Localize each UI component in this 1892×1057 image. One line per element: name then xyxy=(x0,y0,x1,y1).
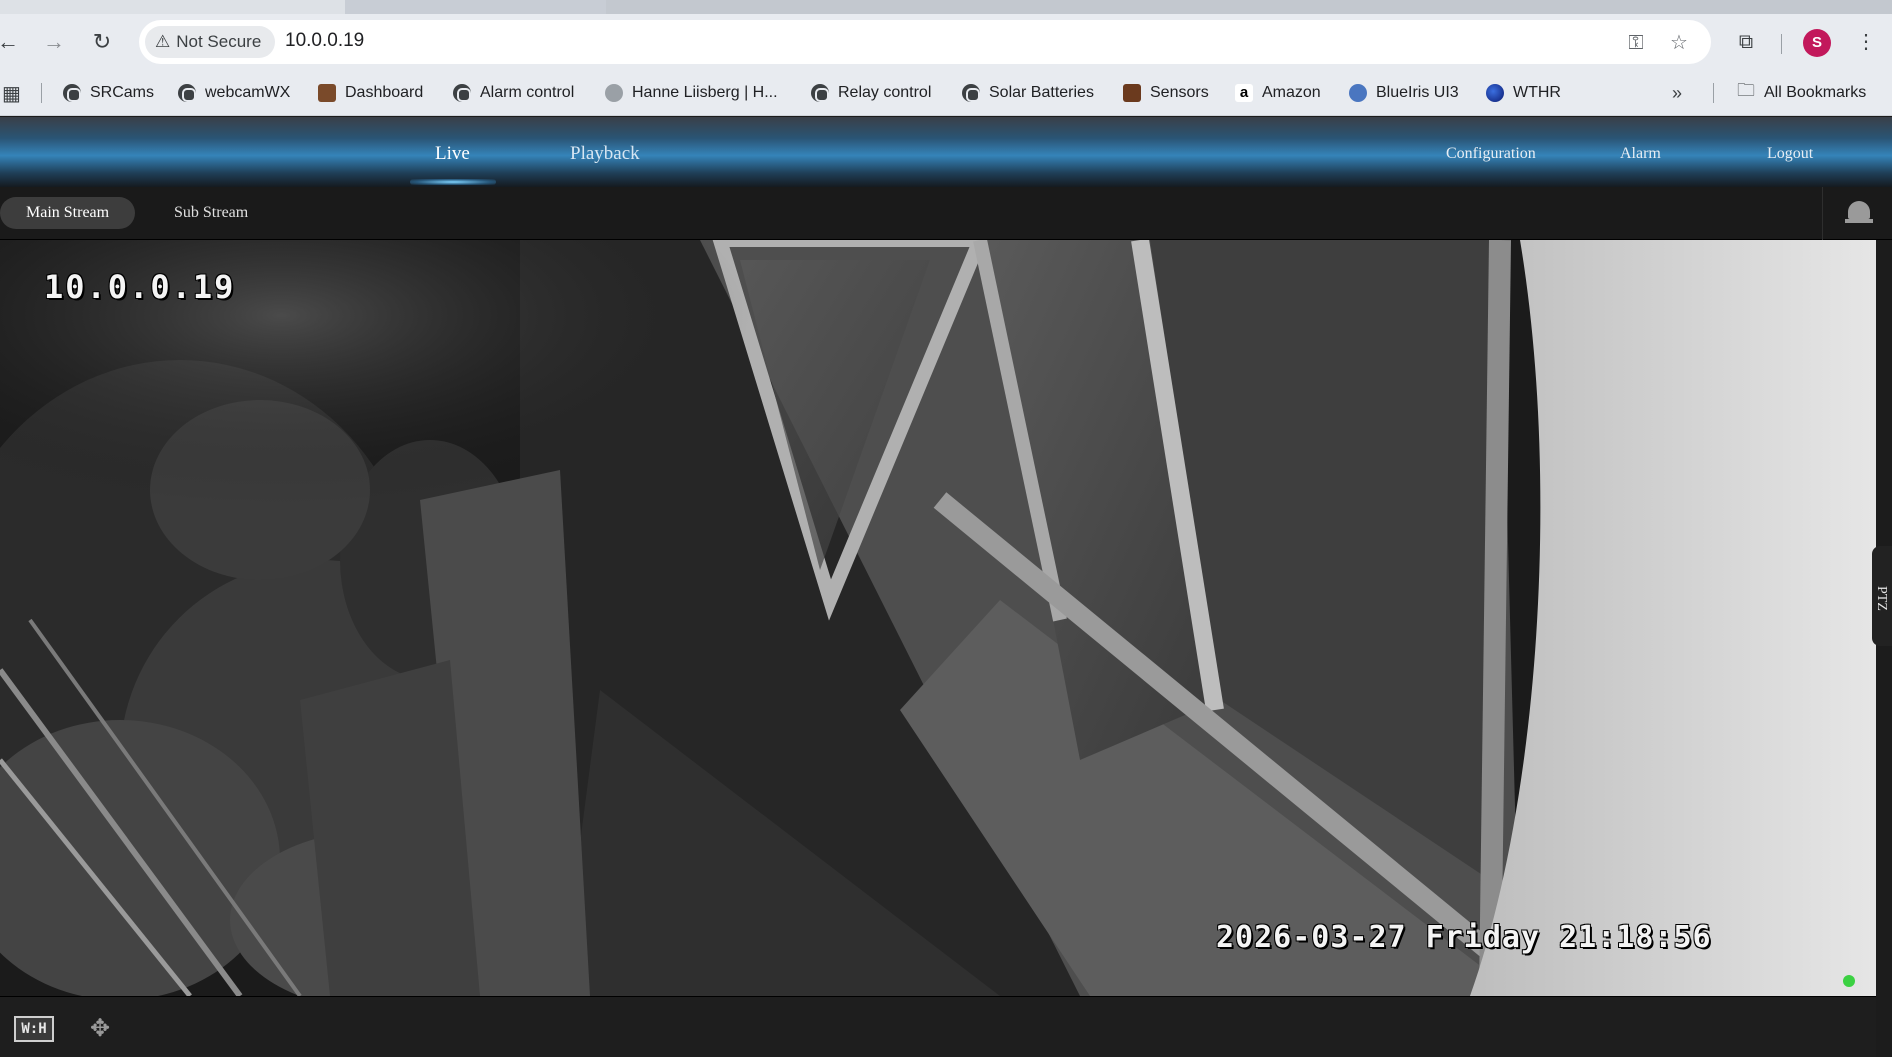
warning-triangle-icon: ⚠ xyxy=(155,32,171,51)
app-header: Live Playback Configuration Alarm Logout xyxy=(0,117,1892,187)
sensors-favicon-icon xyxy=(1123,84,1141,102)
ptz-tab-label: PTZ xyxy=(1874,586,1889,611)
all-bookmarks-label: All Bookmarks xyxy=(1764,84,1867,101)
osd-timestamp: 2026-03-27 Friday 21:18:56 xyxy=(1216,920,1712,955)
bookmarks-divider xyxy=(41,83,42,103)
camera-night-scene xyxy=(0,240,1876,996)
tab-live[interactable]: Live xyxy=(435,143,470,165)
globe-icon xyxy=(453,84,471,102)
live-video-feed[interactable]: 10.0.0.19 2026-03-27 Friday 21:18:56 xyxy=(0,240,1876,996)
bookmarks-divider xyxy=(1713,83,1714,103)
browser-tab[interactable] xyxy=(606,0,1892,14)
alarm-bell-icon[interactable] xyxy=(1822,187,1892,240)
bookmark-label: webcamWX xyxy=(205,84,291,101)
bookmark-label: WTHR xyxy=(1513,84,1561,101)
bookmark-srcams[interactable]: SRCams xyxy=(63,80,154,106)
browser-toolbar: ← → ↻ ⚠ Not Secure 10.0.0.19 ⚿ ☆ ⧉ S ⋮ xyxy=(0,14,1892,70)
configuration-link[interactable]: Configuration xyxy=(1446,145,1536,163)
bookmark-label: Dashboard xyxy=(345,84,424,101)
bookmark-solar-batteries[interactable]: Solar Batteries xyxy=(962,80,1094,106)
stream-selector-bar: Main Stream Sub Stream xyxy=(0,187,1892,240)
bookmark-sensors[interactable]: Sensors xyxy=(1123,80,1209,106)
folder-icon: 🗀 xyxy=(1737,80,1755,100)
bookmark-label: Amazon xyxy=(1262,84,1321,101)
bookmark-label: Hanne Liisberg | H... xyxy=(632,84,778,101)
aspect-ratio-button[interactable]: W:H xyxy=(14,1016,54,1042)
ptz-panel-tab[interactable]: PTZ xyxy=(1872,546,1892,646)
url-text[interactable]: 10.0.0.19 xyxy=(285,30,364,52)
security-label: Not Secure xyxy=(176,32,262,51)
main-stream-button[interactable]: Main Stream xyxy=(0,197,136,229)
toolbar-divider xyxy=(1781,34,1782,54)
key-icon[interactable]: ⚿ xyxy=(1623,30,1649,56)
bookmark-alarm-control[interactable]: Alarm control xyxy=(453,80,574,106)
bookmark-relay-control[interactable]: Relay control xyxy=(811,80,931,106)
bookmark-webcamwx[interactable]: webcamWX xyxy=(178,80,290,106)
kebab-menu-icon[interactable]: ⋮ xyxy=(1852,28,1880,56)
apps-grid-icon[interactable]: ▦ xyxy=(2,80,21,106)
back-arrow-icon[interactable]: ← xyxy=(0,28,22,56)
bookmark-label: Solar Batteries xyxy=(989,84,1094,101)
browser-tab-strip xyxy=(0,0,1892,14)
bookmark-label: BlueIris UI3 xyxy=(1376,84,1459,101)
security-chip[interactable]: ⚠ Not Secure xyxy=(145,26,276,58)
globe-icon xyxy=(962,84,980,102)
globe-icon xyxy=(811,84,829,102)
reload-icon[interactable]: ↻ xyxy=(88,28,116,56)
live-indicator-dot xyxy=(1843,975,1855,987)
chevron-double-right-icon[interactable]: » xyxy=(1672,80,1682,106)
active-tab-indicator xyxy=(410,179,496,185)
forward-arrow-icon[interactable]: → xyxy=(40,28,68,56)
globe-icon xyxy=(178,84,196,102)
tab-search-icon[interactable]: ⧉ xyxy=(1732,28,1760,56)
logout-link[interactable]: Logout xyxy=(1767,145,1813,163)
bookmark-label: Sensors xyxy=(1150,84,1209,101)
osd-camera-ip: 10.0.0.19 xyxy=(44,268,236,306)
alarm-link[interactable]: Alarm xyxy=(1620,145,1661,163)
blueiris-favicon-icon xyxy=(1349,84,1367,102)
bookmark-hanne-liisberg[interactable]: Hanne Liisberg | H... xyxy=(605,80,778,106)
wthr-favicon-icon xyxy=(1486,84,1504,102)
ptz-direction-icon[interactable]: ✥ xyxy=(84,1013,116,1045)
bookmark-wthr[interactable]: WTHR xyxy=(1486,80,1561,106)
bookmark-label: Alarm control xyxy=(480,84,575,101)
bookmark-blueiris-ui3[interactable]: BlueIris UI3 xyxy=(1349,80,1459,106)
bookmark-amazon[interactable]: a Amazon xyxy=(1235,80,1321,106)
globe-icon xyxy=(63,84,81,102)
star-bookmark-icon[interactable]: ☆ xyxy=(1666,30,1692,56)
sub-stream-button[interactable]: Sub Stream xyxy=(148,197,274,229)
all-bookmarks-folder[interactable]: 🗀 All Bookmarks xyxy=(1737,80,1866,106)
profile-avatar[interactable]: S xyxy=(1803,29,1831,57)
dashboard-favicon-icon xyxy=(318,84,336,102)
bookmarks-bar: ▦ SRCams webcamWX Dashboard Alarm contro… xyxy=(0,70,1892,116)
bookmark-label: Relay control xyxy=(838,84,932,101)
bookmark-dashboard[interactable]: Dashboard xyxy=(318,80,423,106)
bookmark-label: SRCams xyxy=(90,84,155,101)
video-control-bar: W:H ✥ xyxy=(0,996,1876,1057)
tab-playback[interactable]: Playback xyxy=(570,143,640,165)
address-bar[interactable]: ⚠ Not Secure 10.0.0.19 ⚿ ☆ xyxy=(139,20,1711,64)
hanne-favicon-icon xyxy=(605,84,623,102)
amazon-favicon-icon: a xyxy=(1235,84,1253,102)
browser-tab[interactable] xyxy=(0,0,345,14)
